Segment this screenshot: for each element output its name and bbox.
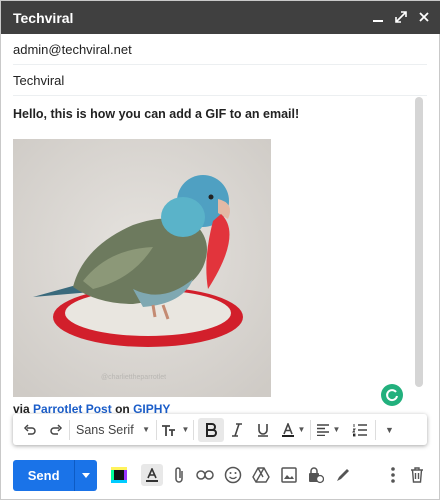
redo-icon[interactable] [43, 418, 69, 442]
link-icon[interactable] [195, 465, 215, 485]
via-prefix: via [13, 402, 30, 413]
formatting-options-icon[interactable] [141, 464, 163, 486]
text-color-icon[interactable]: ▼ [276, 418, 310, 442]
more-options-icon[interactable] [383, 465, 403, 485]
body-text: Hello, this is how you can add a GIF to … [13, 107, 300, 121]
numbered-list-icon[interactable] [345, 418, 375, 442]
scrollbar-thumb[interactable] [415, 97, 423, 387]
gif-image[interactable]: @charliettheparrotlet [13, 139, 271, 397]
close-icon[interactable] [417, 7, 431, 27]
formatting-toolbar: Sans Serif ▼ ▼ ▼ ▼ ▼ [13, 414, 427, 445]
via-source-link[interactable]: Parrotlet Post [33, 402, 112, 413]
compose-window: Techviral admin@techviral.net Techviral … [0, 0, 440, 500]
to-recipient[interactable]: admin@techviral.net [13, 42, 132, 57]
attach-icon[interactable] [169, 465, 189, 485]
chevron-down-icon: ▼ [297, 425, 306, 434]
undo-icon[interactable] [17, 418, 43, 442]
more-formatting-icon[interactable]: ▼ [376, 418, 400, 442]
send-button[interactable]: Send [13, 460, 74, 491]
font-selector[interactable]: Sans Serif ▼ [70, 418, 156, 442]
confidential-icon[interactable] [305, 465, 325, 485]
photo-icon[interactable] [279, 465, 299, 485]
gif-watermark: @charliettheparrotlet [101, 374, 166, 381]
body-scrollbar[interactable] [415, 97, 423, 413]
bold-icon[interactable] [198, 417, 224, 442]
compose-titlebar[interactable]: Techviral [1, 1, 440, 34]
compose-bottom-bar: Send [1, 453, 440, 497]
window-title: Techviral [13, 10, 74, 26]
font-name: Sans Serif [76, 422, 134, 437]
subject-text[interactable]: Techviral [13, 73, 64, 88]
to-field[interactable]: admin@techviral.net [13, 34, 427, 65]
italic-icon[interactable] [224, 418, 250, 442]
via-platform-link[interactable]: GIPHY [133, 402, 170, 413]
subject-field[interactable]: Techviral [13, 65, 427, 96]
chevron-down-icon: ▼ [142, 425, 150, 434]
via-on: on [115, 402, 130, 413]
separator [193, 419, 194, 440]
trash-icon[interactable] [407, 465, 427, 485]
signature-icon[interactable] [333, 465, 353, 485]
emoji-icon[interactable] [223, 465, 243, 485]
grammarly-icon[interactable] [381, 384, 403, 406]
minimize-icon[interactable] [371, 7, 385, 27]
giphy-icon[interactable] [109, 465, 129, 485]
drive-icon[interactable] [251, 465, 271, 485]
send-button-group: Send [13, 460, 97, 491]
text-size-icon[interactable]: ▼ [157, 418, 193, 442]
underline-icon[interactable] [250, 418, 276, 442]
chevron-down-icon: ▼ [181, 425, 190, 434]
send-options-button[interactable] [74, 460, 97, 491]
align-icon[interactable]: ▼ [311, 418, 345, 442]
expand-icon[interactable] [394, 7, 408, 27]
message-body[interactable]: Hello, this is how you can add a GIF to … [13, 97, 413, 413]
chevron-down-icon: ▼ [332, 425, 341, 434]
chevron-down-icon: ▼ [385, 424, 394, 435]
giphy-attribution: via Parrotlet Post on GIPHY [13, 402, 170, 413]
